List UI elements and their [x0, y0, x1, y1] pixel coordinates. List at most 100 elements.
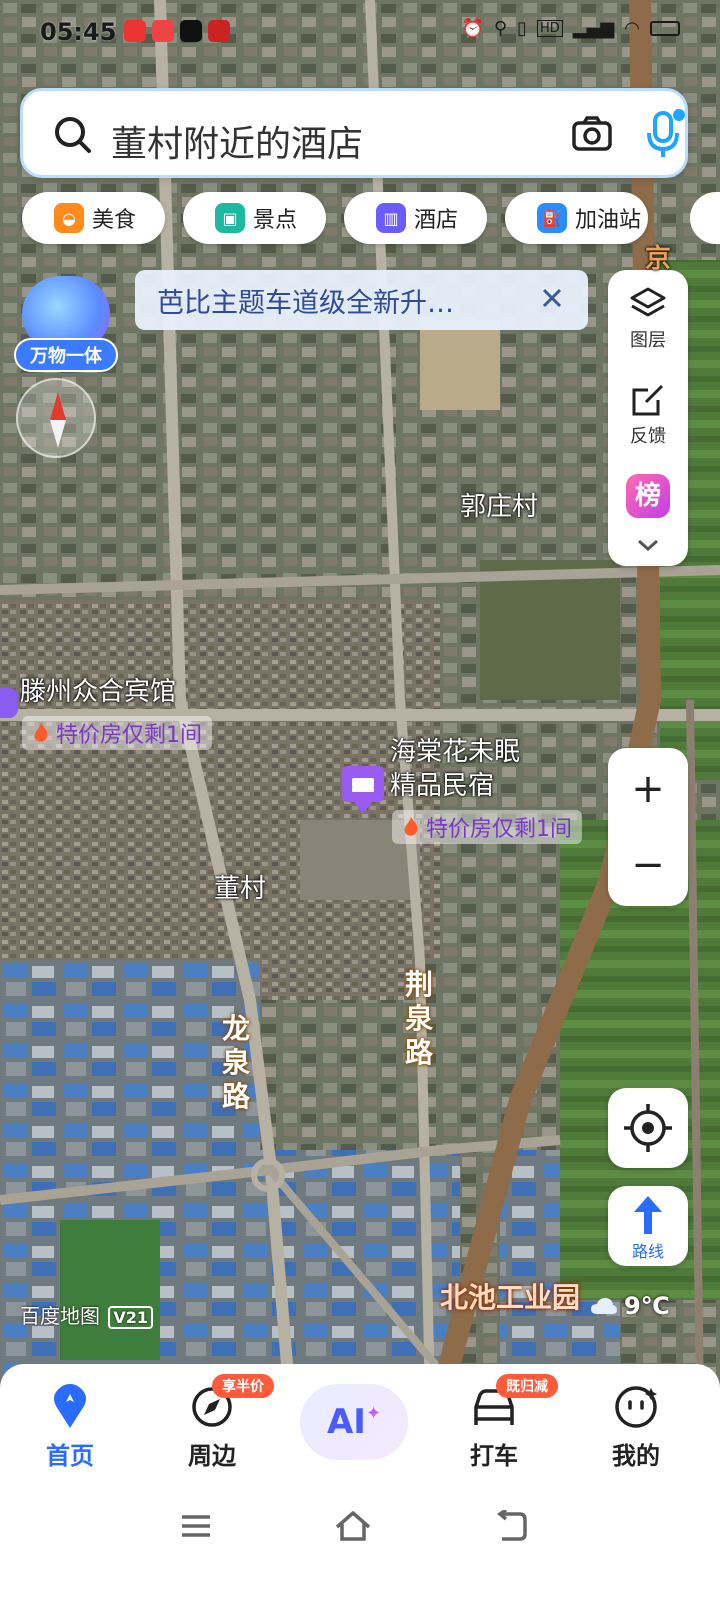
ai-icon: AI	[326, 1402, 366, 1442]
chevron-down-icon	[638, 539, 658, 552]
road-label: 荆泉路	[405, 968, 434, 1069]
ranking-button[interactable]: 榜	[608, 474, 688, 518]
battery-icon	[650, 21, 680, 36]
notification-icons	[124, 20, 230, 42]
ranking-icon: 榜	[626, 474, 670, 518]
compass-icon	[50, 392, 66, 448]
weather-widget[interactable]: 9℃	[590, 1292, 670, 1320]
road-label: 龙泉路	[222, 1012, 251, 1113]
map-brand-logo: 百度地图 V21	[20, 1300, 154, 1329]
sparkle-icon: ✦	[365, 1402, 382, 1424]
hotel-pin-icon	[0, 688, 18, 718]
nav-label: 周边	[188, 1442, 236, 1470]
status-time: 05:45	[40, 18, 117, 46]
zoom-in-button[interactable]: +	[608, 750, 688, 828]
wifi-icon: ◠	[624, 18, 640, 39]
map-brand-text: 百度地图	[20, 1304, 100, 1328]
mic-icon[interactable]	[643, 109, 687, 161]
route-label: 路线	[631, 1242, 664, 1261]
compass-button[interactable]	[16, 378, 96, 458]
nav-badge: 既归减	[496, 1374, 558, 1398]
cloud-icon	[591, 1298, 617, 1314]
locate-button[interactable]	[608, 1088, 688, 1168]
layers-label: 图层	[630, 330, 666, 351]
map-brand-version: V21	[108, 1306, 154, 1329]
nav-badge: 享半价	[212, 1374, 274, 1398]
profile-icon	[615, 1386, 657, 1428]
home-icon[interactable]	[334, 1510, 372, 1542]
route-button[interactable]: 路线	[608, 1186, 688, 1266]
badge-label: 万物一体	[14, 338, 118, 372]
village-label[interactable]: 董村	[214, 868, 266, 905]
nav-profile[interactable]: 我的	[586, 1384, 686, 1471]
notification-icon	[124, 20, 146, 42]
feature-badge[interactable]: 万物一体	[14, 270, 118, 374]
layers-icon	[630, 287, 666, 317]
crosshair-icon	[624, 1104, 672, 1152]
nav-ai[interactable]: AI ✦	[300, 1384, 408, 1460]
close-icon[interactable]	[538, 284, 566, 312]
notification-icon	[208, 20, 230, 42]
feedback-icon	[632, 384, 664, 416]
poi-name-line: 精品民宿	[390, 771, 495, 801]
food-icon: ◒	[54, 203, 84, 233]
chip-scenic[interactable]: ▣ 景点	[183, 192, 326, 244]
flame-icon	[404, 817, 418, 836]
promo-text: 特价房仅剩1间	[56, 723, 202, 748]
vibrate-icon: ▯	[517, 18, 527, 39]
zoom-out-button[interactable]: −	[608, 826, 688, 904]
chip-label: 景点	[253, 208, 298, 233]
system-nav-bar	[0, 1504, 720, 1564]
layers-button[interactable]: 图层	[608, 286, 688, 352]
signal-icon: ▂▄▆	[572, 18, 615, 39]
poi-promo: 特价房仅剩1间	[392, 810, 582, 844]
promo-text: 特价房仅剩1间	[426, 817, 572, 842]
search-input[interactable]: 董村附近的酒店	[111, 115, 363, 167]
alarm-icon: ⏰	[461, 18, 484, 39]
chip-label: 酒店	[414, 208, 459, 233]
map-tools-panel: 图层 反馈 榜	[608, 270, 688, 566]
status-bar: 05:45 ⏰ ⚲ ▯ HD ▂▄▆ ◠	[0, 0, 720, 64]
flame-icon	[34, 723, 48, 742]
nav-taxi[interactable]: 既归减 打车	[444, 1374, 558, 1471]
bottom-nav: 首页 享半价 周边 AI ✦ 既归减 打车 我的	[0, 1364, 720, 1600]
nav-nearby[interactable]: 享半价 周边	[162, 1374, 274, 1471]
nav-label: 打车	[470, 1442, 518, 1470]
feedback-label: 反馈	[630, 426, 666, 447]
poi-name: 滕州众合宾馆	[20, 677, 177, 707]
notification-icon	[180, 20, 202, 42]
weather-temp: 9℃	[624, 1292, 670, 1320]
poi-name-line: 海棠花未眠	[390, 737, 521, 767]
hotel-icon: ▥	[376, 203, 406, 233]
promo-notice[interactable]: 芭比主题车道级全新升…	[135, 270, 588, 330]
feedback-button[interactable]: 反馈	[608, 382, 688, 448]
home-pin-icon	[54, 1384, 86, 1428]
notice-text: 芭比主题车道级全新升…	[157, 287, 454, 319]
route-arrow-icon	[634, 1196, 662, 1234]
back-icon[interactable]	[494, 1510, 528, 1542]
village-label[interactable]: 郭庄村	[460, 486, 538, 523]
hd-icon: HD	[536, 20, 563, 37]
nav-home[interactable]: 首页	[20, 1384, 120, 1471]
scenic-icon: ▣	[215, 203, 245, 233]
chip-hotel[interactable]: ▥ 酒店	[344, 192, 487, 244]
poi-promo: 特价房仅剩1间	[22, 716, 212, 750]
nav-label: 我的	[612, 1442, 660, 1470]
menu-icon[interactable]	[180, 1512, 212, 1540]
expand-tools-button[interactable]	[608, 538, 688, 556]
search-icon	[55, 117, 91, 153]
camera-icon[interactable]	[571, 113, 613, 155]
area-label[interactable]: 北池工业园	[440, 1276, 580, 1316]
gas-station-icon: ⛽	[537, 203, 567, 233]
nav-label: 首页	[46, 1442, 94, 1470]
chip-label: 加油站	[575, 208, 642, 233]
status-icons: ⏰ ⚲ ▯ HD ▂▄▆ ◠	[461, 18, 680, 39]
search-box[interactable]: 董村附近的酒店	[20, 88, 688, 178]
zoom-controls: + −	[608, 748, 688, 906]
map-label-partial: 京	[645, 244, 672, 274]
location-icon: ⚲	[493, 18, 508, 39]
chip-food[interactable]: ◒ 美食	[22, 192, 165, 244]
hotel-pin-icon	[342, 766, 384, 814]
chip-gas-station[interactable]: ⛽ 加油站	[505, 192, 648, 244]
notification-icon	[152, 20, 174, 42]
